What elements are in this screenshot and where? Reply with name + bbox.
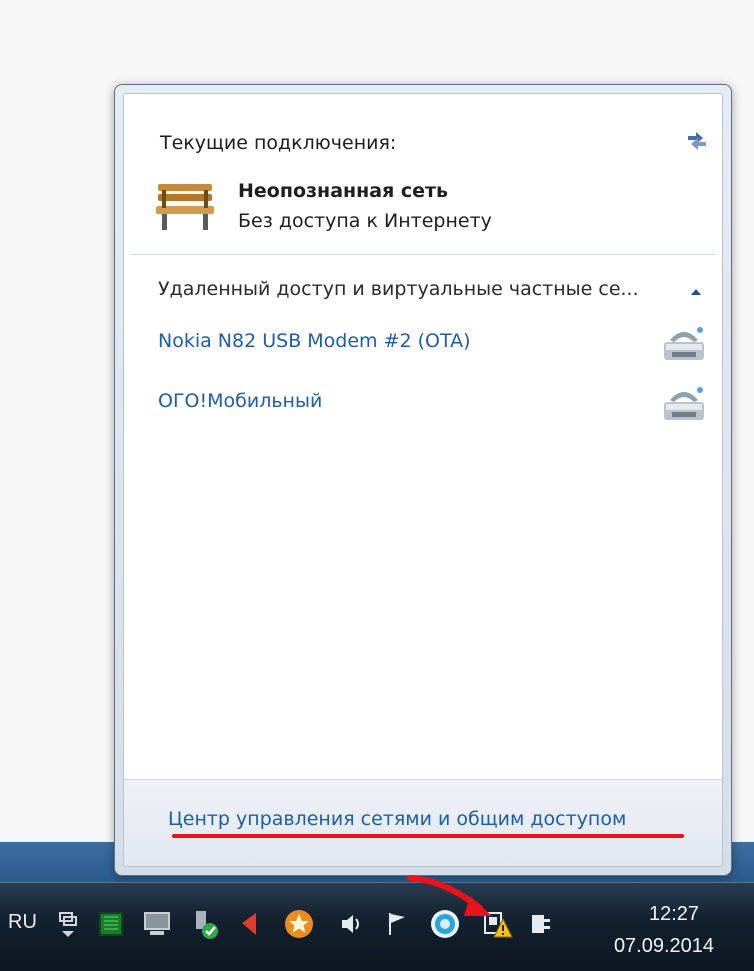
- red-flag-app-icon[interactable]: [234, 907, 268, 941]
- clock-date[interactable]: 07.09.2014: [594, 935, 734, 958]
- chevron-up-icon[interactable]: [688, 284, 704, 300]
- dialup-item-nokia[interactable]: Nokia N82 USB Modem #2 (OTA): [158, 320, 718, 366]
- dialup-vpn-section-title: Удаленный доступ и виртуальные частные с…: [158, 278, 639, 300]
- connection-status: Без доступа к Интернету: [238, 210, 492, 232]
- blue-circle-app-icon[interactable]: [428, 907, 462, 941]
- bench-icon: [156, 184, 214, 230]
- red-underline-annotation: [172, 834, 684, 838]
- dialup-item-label: Nokia N82 USB Modem #2 (OTA): [158, 330, 471, 352]
- network-flyout: Текущие подключения: Неопознанная сеть Б…: [114, 84, 732, 876]
- clock-time[interactable]: 12:27: [614, 903, 734, 926]
- section-divider: [130, 254, 716, 255]
- language-indicator[interactable]: RU: [8, 911, 37, 934]
- refresh-button[interactable]: [680, 122, 714, 156]
- current-connection[interactable]: Неопознанная сеть Без доступа к Интернет…: [152, 172, 712, 246]
- network-warning-icon[interactable]: [480, 907, 514, 941]
- usb-safe-remove-icon[interactable]: [188, 907, 222, 941]
- network-flyout-panel: Текущие подключения: Неопознанная сеть Б…: [123, 93, 723, 867]
- dialup-item-ogo[interactable]: ОГО!Мобильный: [158, 380, 718, 426]
- taskbar: RU 12:27 07.09.2014: [0, 882, 754, 971]
- modem-icon: [664, 327, 704, 360]
- language-switch-icon[interactable]: [52, 907, 86, 941]
- volume-icon[interactable]: [334, 907, 368, 941]
- network-sharing-center-link[interactable]: Центр управления сетями и общим доступом: [168, 808, 626, 830]
- star-app-icon[interactable]: [282, 907, 316, 941]
- current-connections-heading: Текущие подключения:: [160, 132, 397, 154]
- action-center-flag-icon[interactable]: [380, 907, 414, 941]
- dialup-vpn-section-header[interactable]: Удаленный доступ и виртуальные частные с…: [158, 278, 718, 306]
- flyout-footer: Центр управления сетями и общим доступом: [124, 779, 722, 866]
- connection-name: Неопознанная сеть: [238, 180, 449, 202]
- network-computer-icon[interactable]: [140, 907, 174, 941]
- refresh-arrows-icon: [688, 132, 706, 150]
- green-chip-icon[interactable]: [94, 907, 128, 941]
- dialup-item-label: ОГО!Мобильный: [158, 390, 323, 412]
- power-icon[interactable]: [524, 907, 558, 941]
- modem-icon: [664, 387, 704, 420]
